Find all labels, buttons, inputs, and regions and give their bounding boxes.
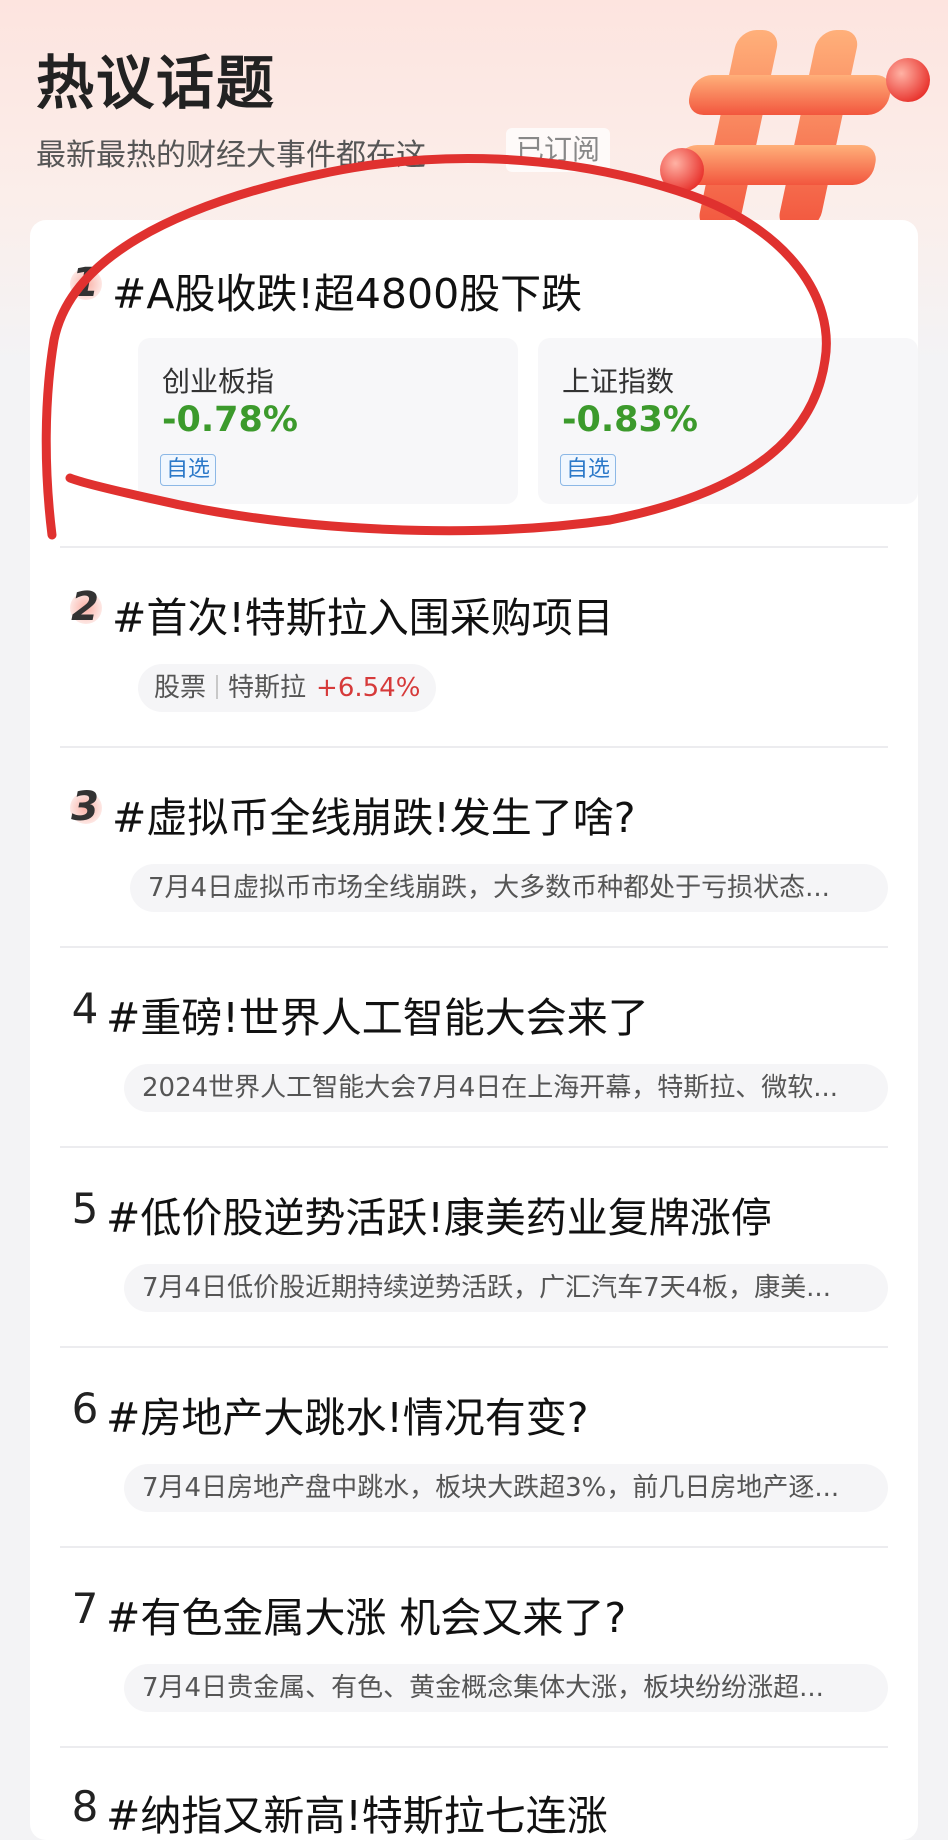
topic-item-7[interactable]: 7 #有色金属大涨 机会又来了? 7月4日贵金属、有色、黄金概念集体大涨，板块纷… (60, 1584, 888, 1724)
stock-name: 特斯拉 (228, 673, 307, 703)
topic-rank: 4 (71, 984, 99, 1033)
topic-list-card: 1 #A股收跌!超4800股下跌 创业板指 -0.78% 自选 上证指数 -0.… (30, 220, 918, 1840)
stock-type: 股票 (154, 673, 207, 703)
topic-title[interactable]: #首次!特斯拉入围采购项目 (112, 584, 614, 644)
divider (60, 946, 888, 948)
topic-rank: 7 (71, 1584, 99, 1633)
topic-summary[interactable]: 7月4日房地产盘中跳水，板块大跌超3%，前几日房地产逐... (124, 1464, 888, 1512)
topic-summary[interactable]: 2024世界人工智能大会7月4日在上海开幕，特斯拉、微软... (124, 1064, 888, 1112)
stock-change: +6.54% (316, 673, 421, 703)
hashtag-icon (660, 30, 930, 220)
topic-rank: 3 (60, 784, 110, 830)
topic-rank: 1 (60, 260, 110, 306)
topic-item-3[interactable]: 3 #虚拟币全线崩跌!发生了啥? 7月4日虚拟币市场全线崩跌，大多数币种都处于亏… (60, 784, 888, 924)
topic-title[interactable]: #纳指又新高!特斯拉七连涨 (106, 1782, 608, 1840)
page-subtitle: 最新最热的财经大事件都在这 (36, 138, 426, 173)
divider (60, 1346, 888, 1348)
topic-summary[interactable]: 7月4日贵金属、有色、黄金概念集体大涨，板块纷纷涨超... (124, 1664, 888, 1712)
topic-title[interactable]: #虚拟币全线崩跌!发生了啥? (112, 784, 636, 844)
divider (60, 1146, 888, 1148)
divider (60, 746, 888, 748)
topic-summary[interactable]: 7月4日低价股近期持续逆势活跃，广汇汽车7天4板，康美... (124, 1264, 888, 1312)
divider (60, 1546, 888, 1548)
topic-item-4[interactable]: 4 #重磅!世界人工智能大会来了 2024世界人工智能大会7月4日在上海开幕，特… (60, 984, 888, 1124)
index-name: 创业板指 (162, 365, 275, 398)
topic-rank: 2 (60, 584, 110, 630)
topic-summary[interactable]: 7月4日虚拟币市场全线崩跌，大多数币种都处于亏损状态... (130, 864, 888, 912)
topic-item-8[interactable]: 8 #纳指又新高!特斯拉七连涨 (60, 1782, 888, 1840)
add-watchlist-button[interactable]: 自选 (160, 454, 217, 486)
stock-tag[interactable]: 股票 特斯拉 +6.54% (138, 664, 437, 712)
divider (60, 1746, 888, 1748)
topic-title[interactable]: #有色金属大涨 机会又来了? (106, 1584, 626, 1644)
page-title: 热议话题 (36, 49, 277, 117)
index-change: -0.83% (562, 400, 698, 440)
divider (60, 546, 888, 548)
topic-item-6[interactable]: 6 #房地产大跳水!情况有变? 7月4日房地产盘中跳水，板块大跌超3%，前几日房… (60, 1384, 888, 1524)
index-card-chinext[interactable]: 创业板指 -0.78% 自选 (138, 338, 518, 504)
separator (216, 675, 219, 699)
add-watchlist-button[interactable]: 自选 (560, 454, 617, 486)
index-change: -0.78% (162, 400, 298, 440)
topic-title[interactable]: #重磅!世界人工智能大会来了 (106, 984, 649, 1044)
index-name: 上证指数 (562, 365, 675, 398)
topic-item-5[interactable]: 5 #低价股逆势活跃!康美药业复牌涨停 7月4日低价股近期持续逆势活跃，广汇汽车… (60, 1184, 888, 1324)
topic-title[interactable]: #低价股逆势活跃!康美药业复牌涨停 (106, 1184, 772, 1244)
topic-title[interactable]: #房地产大跳水!情况有变? (106, 1384, 589, 1444)
subscribe-button[interactable]: 已订阅 (506, 128, 611, 172)
topic-rank: 5 (71, 1184, 99, 1233)
topic-title[interactable]: #A股收跌!超4800股下跌 (112, 260, 582, 320)
topic-rank: 8 (71, 1782, 99, 1831)
topic-item-2[interactable]: 2 #首次!特斯拉入围采购项目 股票 特斯拉 +6.54% (60, 584, 888, 724)
topic-item-1[interactable]: 1 #A股收跌!超4800股下跌 创业板指 -0.78% 自选 上证指数 -0.… (60, 260, 918, 520)
index-card-sse[interactable]: 上证指数 -0.83% 自选 (538, 338, 918, 504)
topic-rank: 6 (71, 1384, 99, 1433)
